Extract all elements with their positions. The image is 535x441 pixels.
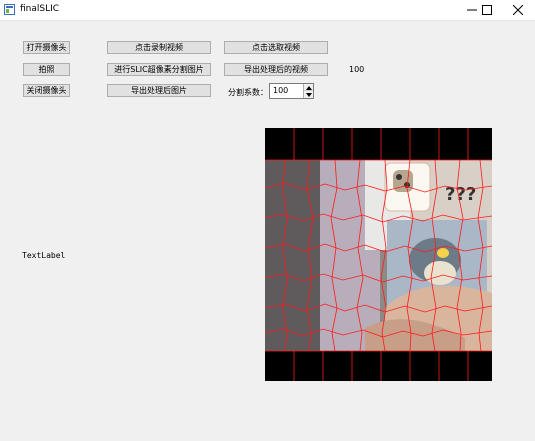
main-window-client: 打开摄像头 拍照 关闭摄像头 点击录制视频 进行SLIC超像素分割图片 导出处理… bbox=[0, 21, 535, 441]
export-processed-image-button[interactable]: 导出处理后图片 bbox=[107, 84, 211, 97]
slic-segment-image-button[interactable]: 进行SLIC超像素分割图片 bbox=[107, 63, 211, 76]
spin-up-button[interactable] bbox=[303, 84, 313, 91]
close-button[interactable] bbox=[501, 0, 535, 20]
text-label: TextLabel bbox=[22, 251, 66, 260]
segmentation-coefficient-value: 100 bbox=[273, 86, 289, 95]
chevron-down-icon bbox=[306, 93, 312, 97]
segmentation-coefficient-label: 分割系数： bbox=[228, 88, 268, 97]
camera-preview-image: ??? bbox=[265, 128, 492, 381]
take-photo-button[interactable]: 拍照 bbox=[23, 63, 70, 76]
slider-value-label: 100 bbox=[349, 65, 365, 74]
close-icon bbox=[513, 5, 523, 15]
app-icon bbox=[4, 4, 15, 15]
spin-down-button[interactable] bbox=[303, 91, 313, 98]
close-camera-button[interactable]: 关闭摄像头 bbox=[23, 84, 70, 97]
record-video-button[interactable]: 点击录制视频 bbox=[107, 41, 211, 54]
export-processed-video-button[interactable]: 导出处理后的视频 bbox=[224, 63, 328, 76]
chevron-up-icon bbox=[306, 86, 312, 90]
title-bar: finalSLIC bbox=[0, 0, 535, 21]
segmentation-coefficient-spinbox[interactable]: 100 bbox=[269, 83, 314, 99]
maximize-button[interactable] bbox=[470, 0, 504, 20]
open-camera-button[interactable]: 打开摄像头 bbox=[23, 41, 70, 54]
select-video-button[interactable]: 点击选取视频 bbox=[224, 41, 328, 54]
maximize-icon bbox=[482, 5, 492, 15]
window-title: finalSLIC bbox=[20, 4, 60, 14]
